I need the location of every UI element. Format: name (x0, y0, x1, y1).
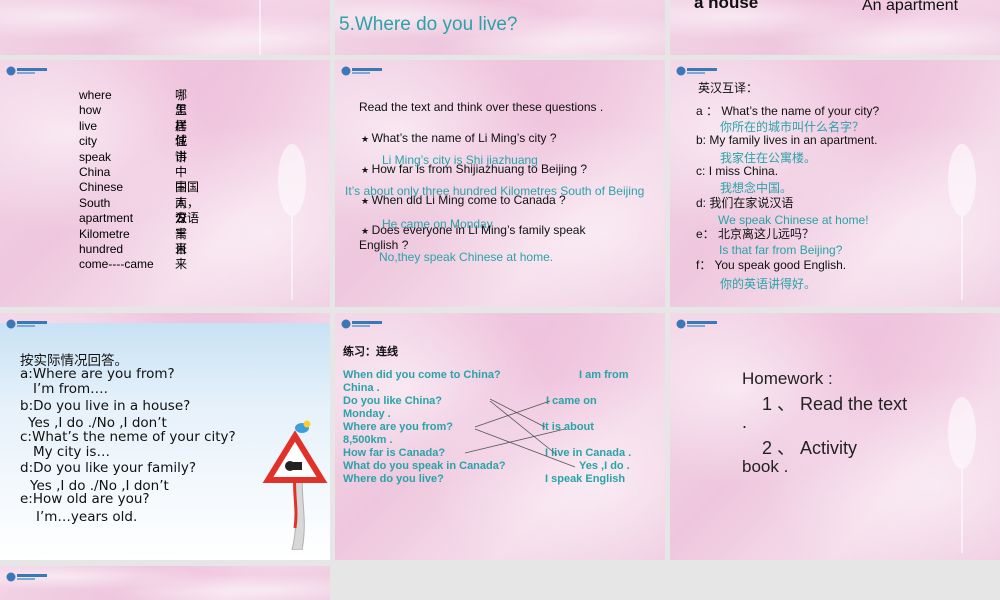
matching-lines (464, 398, 576, 468)
vocab-row: how 怎样 (79, 103, 188, 133)
vocab-row: come----came 来 (79, 257, 188, 272)
item-f: f： You speak good English. (696, 258, 847, 272)
answer-c: My city is… (33, 444, 110, 460)
slide-title: 5.Where do you live? (339, 14, 518, 35)
slide-9-thumbnail[interactable]: Homework : 1 、 Read the text . 2 、 Activ… (670, 313, 1000, 560)
logo-icon (676, 66, 717, 76)
logo-icon (6, 572, 47, 582)
answer-a: I’m from…. (33, 381, 108, 397)
question-c: c:What’s the neme of your city? (20, 429, 236, 445)
slide-6-thumbnail[interactable]: 英汉互译： a ： What’s the name of your city? … (670, 60, 1000, 307)
vocab-row: South 南方 (79, 195, 188, 226)
question-1: ★ What’s the name of Li Ming’s city ? (361, 131, 557, 145)
label-a-house: a house (694, 0, 759, 12)
question-2: ★ How far is from Shijiazhuang to Beijin… (361, 162, 588, 176)
slide-5-thumbnail[interactable]: Read the text and think over these quest… (335, 60, 665, 307)
item-f-answer: 你的英语讲得好。 (720, 277, 817, 291)
item-a: a ： What’s the name of your city? (696, 104, 880, 118)
question-3: ★ When did Li Ming come to Canada ? (361, 193, 566, 207)
item-d: d: 我们在家说汉语 (696, 196, 794, 210)
vocab-row: China 中国 (79, 164, 188, 195)
item-b: b: My family lives in an apartment. (696, 133, 878, 147)
vocab-row: hundred 百 (79, 241, 188, 256)
vocab-row: live 居住 (79, 118, 188, 149)
road-sign-illustration (262, 420, 328, 550)
reading-instruction: Read the text and think over these quest… (359, 100, 604, 114)
slide-8-thumbnail[interactable]: 练习：连线 When did you come to China? I am f… (335, 313, 665, 560)
label-an-apartment: An apartment (862, 0, 959, 14)
question-d: d:Do you like your family? (20, 460, 197, 476)
vocab-row: where 哪里 (79, 88, 188, 118)
vocab-row: Kilometre 千米 (79, 226, 188, 256)
vocab-row: speak 讲 (79, 149, 188, 164)
star-bullet-icon: ★ (361, 196, 372, 206)
logo-icon (341, 66, 382, 76)
slide-7-thumbnail[interactable]: 按实际情况回答。 a:Where are you from? I’m from…… (0, 313, 330, 560)
logo-icon (6, 319, 47, 329)
homework-item-2-end: book . (742, 457, 789, 476)
slide-3-thumbnail[interactable]: a house An apartment (670, 0, 1000, 55)
question-e: e:How old are you? (20, 491, 150, 507)
translation-title: 英汉互译： (698, 81, 759, 95)
slide-10-thumbnail[interactable] (0, 566, 330, 600)
answer-e: I’m…years old. (36, 509, 138, 525)
homework-item-1-end: . (742, 412, 748, 432)
slide-sorter-grid: 5.Where do you live? a house An apartmen… (0, 0, 1000, 600)
vocab-list: where 哪里 how 怎样 live 居住 city 城市 speak 讲 China… (79, 88, 200, 273)
vocab-row: city 城市 (79, 134, 188, 164)
answer-4: No,they speak Chinese at home. (379, 250, 554, 264)
vocab-row: apartment 公寓 (79, 211, 188, 241)
question-a: a:Where are you from? (20, 366, 175, 382)
flower-decoration (948, 397, 976, 553)
flower-decoration (278, 144, 306, 300)
star-bullet-icon: ★ (361, 165, 372, 175)
homework-item-1: 1 、 Read the text (762, 394, 908, 414)
slide-4-thumbnail[interactable]: where 哪里 how 怎样 live 居住 city 城市 speak 讲 China… (0, 60, 330, 307)
flower-decoration (948, 144, 976, 300)
question-4: ★ Does everyone in Li Ming’s family spea… (361, 223, 586, 237)
flower-decoration (259, 0, 261, 55)
star-bullet-icon: ★ (361, 134, 372, 144)
slide-2-thumbnail[interactable]: 5.Where do you live? (335, 0, 665, 55)
item-c: c: I miss China. (696, 164, 779, 178)
homework-title: Homework : (742, 369, 833, 388)
question-b: b:Do you live in a house? (20, 398, 191, 414)
logo-icon (676, 319, 717, 329)
vocab-row: Chinese 中国人，汉语 (79, 180, 200, 226)
star-bullet-icon: ★ (361, 226, 372, 236)
item-e: e： 北京离这儿远吗？ (696, 227, 815, 241)
slide-1-thumbnail[interactable] (0, 0, 330, 55)
logo-icon (6, 66, 47, 76)
item-e-answer: Is that far from Beijing? (719, 243, 843, 257)
